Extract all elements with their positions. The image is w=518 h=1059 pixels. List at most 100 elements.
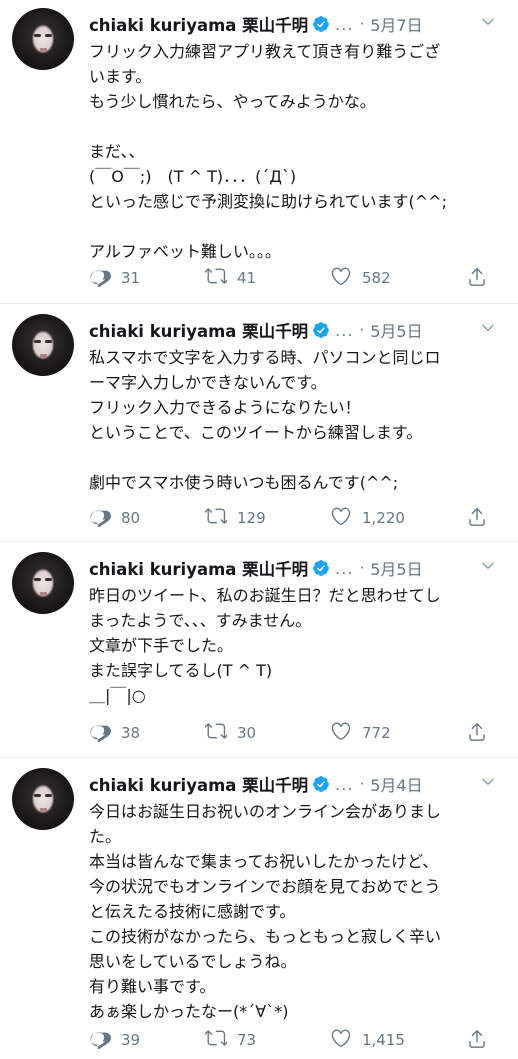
tweet-header: chiaki kuriyama 栗山千明 ... · 5月4日	[89, 771, 488, 797]
reply-icon	[89, 505, 112, 531]
heart-icon	[330, 1027, 352, 1053]
display-name[interactable]: chiaki kuriyama 栗山千明	[89, 12, 308, 36]
reply-count: 38	[121, 724, 141, 742]
avatar[interactable]	[12, 8, 74, 70]
tweet-text-line: この技術がなかったら、もっともっと寂しく辛い	[89, 927, 442, 946]
tweet-header: chiaki kuriyama 栗山千明 ... · 5月5日	[89, 317, 488, 343]
tweet[interactable]: chiaki kuriyama 栗山千明 ... · 5月4日 今日はお誕生日お…	[0, 768, 518, 1050]
tweet-text-line	[89, 445, 499, 470]
reply-button[interactable]: 38	[89, 721, 140, 745]
display-name[interactable]: chiaki kuriyama 栗山千明	[89, 318, 308, 342]
tweet-actions: 39 73 1,415	[89, 1028, 499, 1052]
tweet-actions: 38 30 772	[89, 721, 499, 745]
reply-count: 31	[121, 269, 141, 287]
share-icon	[466, 508, 488, 532]
tweet[interactable]: chiaki kuriyama 栗山千明 ... · 5月5日 私スマホで文字を…	[0, 314, 518, 528]
tweet-text-line: います。	[89, 67, 152, 86]
tweet-text-line: フリック入力練習アプリ教えて頂き有り難うござ	[89, 42, 441, 61]
tweet-text-line: 本当は皆んなで集まってお祝いしたかったけど、	[89, 852, 439, 871]
tweet-text-line: 私スマホで文字を入力する時、パソコンと同じロ	[89, 348, 441, 367]
tweet-text-line: あぁ楽しかったなー(*´∀`*)	[89, 1002, 289, 1021]
retweet-button[interactable]: 129	[204, 505, 266, 531]
retweet-count: 129	[237, 509, 266, 527]
tweet-text-line: 今日はお誕生日お祝いのオンライン会がありまし	[89, 802, 442, 821]
chevron-down-icon[interactable]	[480, 558, 496, 574]
retweet-icon	[204, 505, 229, 531]
retweet-button[interactable]: 41	[204, 265, 257, 291]
handle[interactable]: ...	[335, 775, 353, 794]
retweet-count: 41	[237, 269, 257, 287]
avatar[interactable]	[12, 314, 74, 376]
reply-button[interactable]: 31	[89, 266, 140, 290]
like-button[interactable]: 772	[330, 721, 391, 745]
like-button[interactable]: 582	[330, 266, 391, 290]
like-count: 1,220	[362, 509, 405, 527]
retweet-icon	[204, 265, 229, 291]
tweet-text: 今日はお誕生日お祝いのオンライン会がありまし た。 本当は皆んなで集まってお祝いした…	[89, 799, 499, 1024]
display-name[interactable]: chiaki kuriyama 栗山千明	[89, 556, 308, 580]
reply-button[interactable]: 80	[89, 506, 140, 530]
tweet-divider	[0, 303, 518, 304]
reply-count: 80	[121, 509, 141, 527]
tweet[interactable]: chiaki kuriyama 栗山千明 ... · 5月7日 フリック入力練習…	[0, 8, 518, 288]
share-icon	[466, 1030, 488, 1054]
retweet-icon	[204, 1027, 229, 1053]
tweet-header: chiaki kuriyama 栗山千明 ... · 5月7日	[89, 11, 488, 37]
verified-badge-icon	[312, 321, 330, 339]
heart-icon	[330, 265, 352, 291]
chevron-down-icon[interactable]	[480, 774, 496, 790]
tweet-text-line: 今の状況でもオンラインでお顔を見ておめでとう	[89, 877, 441, 896]
tweet[interactable]: chiaki kuriyama 栗山千明 ... · 5月5日 昨日のツイート、…	[0, 552, 518, 743]
chevron-down-icon[interactable]	[480, 14, 496, 30]
share-button[interactable]	[466, 506, 488, 528]
tweet-text-line: 思いをしているでしょうね。	[89, 952, 297, 971]
like-button[interactable]: 1,220	[330, 506, 405, 530]
display-name[interactable]: chiaki kuriyama 栗山千明	[89, 772, 308, 796]
tweet-divider	[0, 757, 518, 758]
handle[interactable]: ...	[335, 559, 353, 578]
retweet-button[interactable]: 73	[204, 1027, 257, 1053]
handle[interactable]: ...	[335, 15, 353, 34]
like-button[interactable]: 1,415	[330, 1028, 405, 1052]
verified-badge-icon	[312, 775, 330, 793]
tweet-text-line: まったようで、、、すみません。	[89, 611, 312, 630]
tweet-text-line	[89, 114, 499, 139]
tweet-text: フリック入力練習アプリ教えて頂き有り難うござ います。 もう少し慣れたら、やってみよ…	[89, 39, 499, 264]
tweet-text-line: また誤字してるし(T ^ T)	[89, 661, 273, 680]
share-button[interactable]	[466, 1028, 488, 1050]
like-count: 582	[362, 269, 391, 287]
reply-button[interactable]: 39	[89, 1028, 140, 1052]
handle[interactable]: ...	[335, 321, 353, 340]
retweet-count: 73	[237, 1031, 257, 1049]
tweet-date[interactable]: 5月7日	[370, 12, 422, 36]
tweet-text-line: といった感じで予測変換に助けられています(^^;	[89, 192, 447, 211]
avatar[interactable]	[12, 768, 74, 830]
reply-icon	[89, 720, 112, 746]
tweet-text-line: アルファベット難しい。。。	[89, 242, 281, 261]
share-button[interactable]	[466, 266, 488, 288]
chevron-down-icon[interactable]	[480, 320, 496, 336]
separator-dot: ·	[359, 775, 365, 793]
tweet-text-line: 劇中でスマホ使う時いつも困るんです(^^;	[89, 473, 399, 492]
share-icon	[466, 723, 488, 747]
tweet-text-line: 昨日のツイート、私のお誕生日？だと思わせてし	[89, 586, 441, 605]
tweet-text-line: ＿|￣|○	[89, 686, 146, 705]
tweet-actions: 80 129 1,220	[89, 506, 499, 530]
like-count: 1,415	[362, 1031, 405, 1049]
heart-icon	[330, 505, 352, 531]
verified-badge-icon	[312, 15, 330, 33]
reply-count: 39	[121, 1031, 141, 1049]
tweet-text-line: 文章が下手でした。	[89, 636, 234, 655]
retweet-button[interactable]: 30	[204, 721, 256, 745]
like-count: 772	[362, 724, 391, 742]
tweet-text-line	[89, 214, 499, 239]
tweet-actions: 31 41 582	[89, 266, 499, 290]
tweet-text-line: フリック入力できるようになりたい！	[89, 398, 361, 417]
tweet-date[interactable]: 5月4日	[370, 772, 422, 796]
tweet-date[interactable]: 5月5日	[370, 556, 422, 580]
tweet-date[interactable]: 5月5日	[370, 318, 422, 342]
tweet-header: chiaki kuriyama 栗山千明 ... · 5月5日	[89, 555, 488, 581]
share-button[interactable]	[466, 721, 488, 743]
avatar[interactable]	[12, 552, 74, 614]
tweet-text-line: (￣O￣;) (T ^ T)．．．(´Д`)	[89, 167, 297, 186]
